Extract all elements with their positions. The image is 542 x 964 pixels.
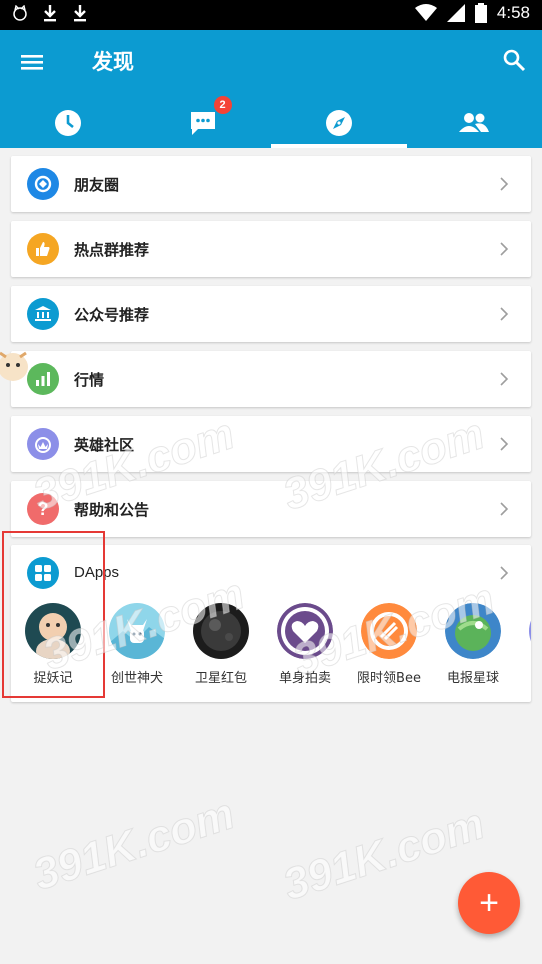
dapp-name: 创世神犬 [110,671,163,686]
dapp-avatar [193,603,249,659]
chat-icon [191,112,216,135]
chevron-right-icon [500,502,509,516]
chevron-right-icon [500,307,509,321]
wifi-icon [414,4,437,21]
moments-icon [27,168,59,200]
contacts-icon [459,113,490,132]
dapp-name: 电报星球 [446,671,499,686]
tab-discover[interactable] [271,98,407,148]
list-item-market[interactable]: 行情 [11,351,531,407]
list-item-official-accounts[interactable]: 公众号推荐 [11,286,531,342]
chevron-right-icon [500,177,509,191]
tab-contacts[interactable] [407,98,542,148]
dapp-name: 卫星红包 [194,671,247,686]
status-bar: 4:58 [0,0,542,30]
thumbs-up-icon [27,233,59,265]
list-item-hot-groups[interactable]: 热点群推荐 [11,221,531,277]
highlight-box [2,531,105,698]
question-icon: ? [27,493,59,525]
dapp-item[interactable] [515,603,531,659]
tab-bar: 2 [0,96,542,148]
chevron-right-icon[interactable] [497,565,511,581]
dapp-avatar [361,603,417,659]
dapp-item[interactable]: 单身拍卖 [263,603,347,686]
list-item-hero-community[interactable]: 英雄社区 [11,416,531,472]
dapp-item[interactable]: 卫星红包 [179,603,263,686]
dapp-item[interactable]: 限时领Bee [347,603,431,686]
clock-icon [54,110,81,136]
dapp-item[interactable]: 电报星球 [431,603,515,686]
bank-icon [27,298,59,330]
add-button[interactable]: + [458,872,520,934]
dapp-avatar [277,603,333,659]
list-item-label: 帮助和公告 [74,501,150,519]
dapp-avatar [445,603,501,659]
mascot-sticker-icon [0,351,28,381]
cat-icon [13,5,27,21]
list-item-label: 热点群推荐 [74,241,150,259]
menu-icon[interactable] [20,50,44,74]
list-item-label: 行情 [74,371,105,389]
chevron-right-icon [500,437,509,451]
dapp-avatar [529,603,531,659]
signal-icon [446,4,465,22]
chevron-right-icon [500,242,509,256]
watermark: 391K.com [27,789,241,901]
dapp-name: 限时领Bee [357,671,421,686]
app-bar: 发现 2 [0,30,542,148]
download-icon [74,5,86,22]
status-icons-right: 4:58 [414,3,530,23]
clock-time: 4:58 [496,3,530,22]
download-icon [44,5,56,22]
list-item-help[interactable]: ? 帮助和公告 [11,481,531,537]
page-title: 发现 [92,50,134,74]
bar-chart-icon [27,363,59,395]
battery-icon [474,3,487,23]
list-item-label: 英雄社区 [74,436,135,454]
list-item-moments[interactable]: 朋友圈 [11,156,531,212]
compass-icon [325,110,352,136]
dapp-name: 单身拍卖 [278,671,331,686]
dapp-item[interactable]: 创世神犬 [95,603,179,686]
tab-recent[interactable] [0,98,136,148]
tab-messages[interactable]: 2 [136,96,272,148]
discover-list: 朋友圈 热点群推荐 公众号推荐 行情 英雄社区 ? 帮助和公告 [11,156,531,546]
status-icons-left [12,4,88,22]
list-item-label: 朋友圈 [74,176,120,194]
crown-icon [27,428,59,460]
list-item-label: 公众号推荐 [74,306,150,324]
unread-badge: 2 [213,96,232,114]
search-icon[interactable] [502,48,526,72]
chevron-right-icon [500,372,509,386]
dapp-avatar [109,603,165,659]
